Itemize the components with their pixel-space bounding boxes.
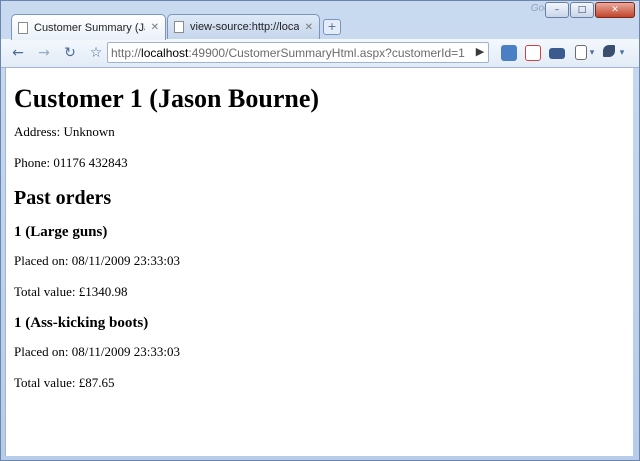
tab-view-source[interactable]: view-source:http://localh... ✕ [167,14,320,39]
new-tab-button[interactable]: + [323,19,341,35]
chevron-down-icon[interactable]: ▾ [587,44,597,62]
tab-label: view-source:http://localh... [190,21,299,33]
order-item: 1 (Large guns) Placed on: 08/11/2009 23:… [14,224,633,300]
order-heading: 1 (Ass-kicking boots) [14,315,149,331]
close-tab-icon[interactable]: ✕ [151,22,159,33]
window-controls: – □ ✕ [545,2,635,18]
close-window-button[interactable]: ✕ [595,2,635,18]
minimize-button[interactable]: – [545,2,569,18]
customer-phone: Phone: 01176 432843 [14,155,128,170]
title-bar: Google – □ ✕ Customer Summary (Jas... ✕ … [1,1,639,40]
forward-icon[interactable]: → [35,44,53,62]
reload-icon[interactable]: ↻ [61,44,79,62]
order-total: Total value: £87.65 [14,375,115,390]
order-total: Total value: £1340.98 [14,284,128,299]
maximize-button[interactable]: □ [570,2,594,18]
wrench-icon[interactable] [603,45,615,57]
url-host: localhost [141,45,189,60]
mail-icon[interactable] [549,48,565,59]
tab-label: Customer Summary (Jas... [34,21,145,34]
tab-customer-summary[interactable]: Customer Summary (Jas... ✕ [11,14,166,40]
orders-heading: Past orders [14,187,112,209]
url-path: :49900/CustomerSummaryHtml.aspx?customer… [188,45,465,60]
order-placed-date: Placed on: 08/11/2009 23:33:03 [14,344,180,359]
order-placed-date: Placed on: 08/11/2009 23:33:03 [14,253,180,268]
close-tab-icon[interactable]: ✕ [305,22,313,33]
calendar-icon[interactable] [525,45,541,61]
star-icon[interactable]: ☆ [87,44,105,62]
browser-window: Google – □ ✕ Customer Summary (Jas... ✕ … [0,0,640,461]
page-icon [18,21,28,34]
go-icon[interactable]: ▶ [471,42,489,61]
back-icon[interactable]: ← [9,44,27,62]
extension-icon[interactable] [501,45,517,61]
order-item: 1 (Ass-kicking boots) Placed on: 08/11/2… [14,315,633,391]
page-icon [174,21,184,33]
navigation-toolbar: ← → ↻ ☆ http:// localhost :49900/Custome… [1,39,639,68]
page-title: Customer 1 (Jason Bourne) [14,84,320,113]
page-content: Customer 1 (Jason Bourne) Address: Unkno… [5,68,633,456]
address-bar[interactable]: http:// localhost :49900/CustomerSummary… [107,42,489,63]
order-heading: 1 (Large guns) [14,224,108,240]
url-scheme: http:// [111,45,142,60]
page-menu-icon[interactable] [575,45,587,60]
chevron-down-icon[interactable]: ▾ [617,44,627,62]
customer-address: Address: Unknown [14,124,115,139]
